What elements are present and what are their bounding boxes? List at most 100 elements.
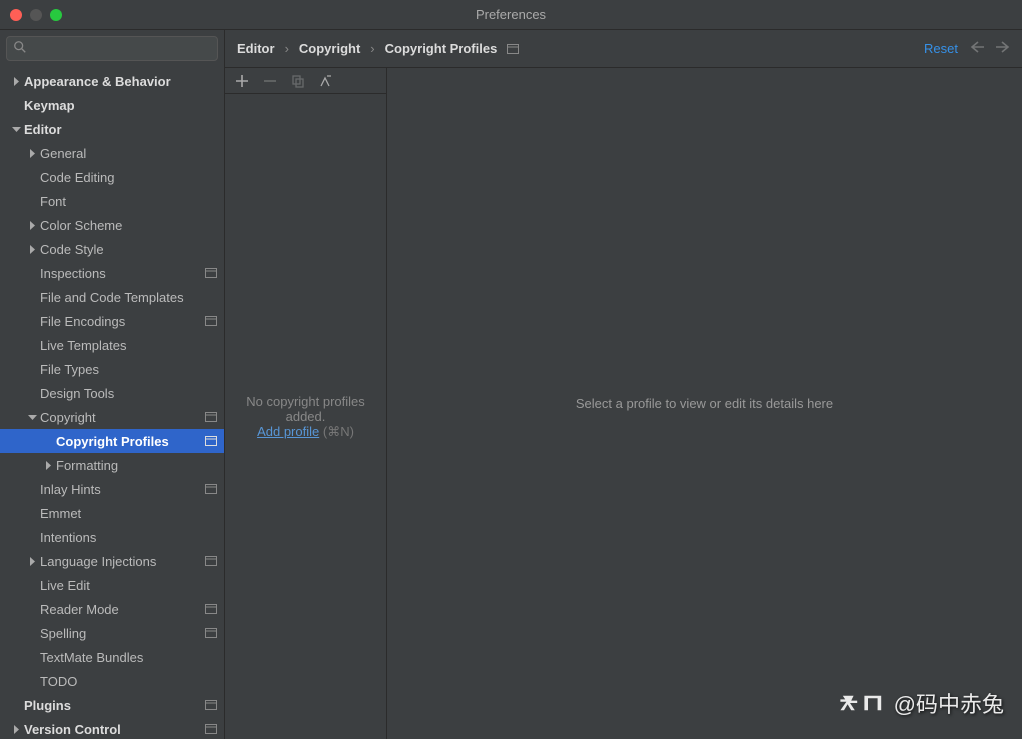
window-title: Preferences xyxy=(476,7,546,22)
sidebar-item-label: Intentions xyxy=(40,530,224,545)
window-maximize-button[interactable] xyxy=(50,9,62,21)
sidebar-item-label: Copyright xyxy=(40,410,204,425)
traffic-lights xyxy=(0,9,62,21)
profile-list-panel: No copyright profiles added. Add profile… xyxy=(225,68,387,739)
sidebar-item-copyright[interactable]: Copyright xyxy=(0,405,224,429)
chevron-right-icon: › xyxy=(370,41,374,56)
sidebar-item-spelling[interactable]: Spelling xyxy=(0,621,224,645)
sidebar-item-label: Code Style xyxy=(40,242,224,257)
nav-back-button[interactable] xyxy=(970,40,986,57)
breadcrumb-item[interactable]: Copyright xyxy=(299,41,360,56)
sidebar-item-label: Language Injections xyxy=(40,554,204,569)
sidebar-item-code-editing[interactable]: Code Editing xyxy=(0,165,224,189)
nav-forward-button[interactable] xyxy=(994,40,1010,57)
sidebar-item-label: Code Editing xyxy=(40,170,224,185)
project-scope-icon xyxy=(204,627,218,639)
details-placeholder: Select a profile to view or edit its det… xyxy=(576,396,833,411)
reset-button[interactable]: Reset xyxy=(924,41,958,56)
project-scope-icon xyxy=(204,699,218,711)
sidebar-item-live-templates[interactable]: Live Templates xyxy=(0,333,224,357)
chevron-right-icon xyxy=(42,459,54,471)
sidebar-item-label: Font xyxy=(40,194,224,209)
window-minimize-button[interactable] xyxy=(30,9,42,21)
chevron-right-icon xyxy=(26,243,38,255)
sidebar-item-label: TODO xyxy=(40,674,224,689)
sidebar-item-todo[interactable]: TODO xyxy=(0,669,224,693)
project-scope-icon xyxy=(204,315,218,327)
copy-button[interactable] xyxy=(289,72,307,90)
sidebar-item-inspections[interactable]: Inspections xyxy=(0,261,224,285)
sidebar-item-code-style[interactable]: Code Style xyxy=(0,237,224,261)
sidebar-item-label: Reader Mode xyxy=(40,602,204,617)
sidebar-item-intentions[interactable]: Intentions xyxy=(0,525,224,549)
sidebar-item-general[interactable]: General xyxy=(0,141,224,165)
chevron-down-icon xyxy=(10,123,22,135)
project-scope-icon xyxy=(204,483,218,495)
sidebar-item-label: General xyxy=(40,146,224,161)
sidebar-item-version-control[interactable]: Version Control xyxy=(0,717,224,739)
sidebar-item-label: Plugins xyxy=(24,698,204,713)
add-button[interactable] xyxy=(233,72,251,90)
sidebar-item-label: File Encodings xyxy=(40,314,204,329)
add-profile-link[interactable]: Add profile xyxy=(257,424,319,439)
sidebar-item-plugins[interactable]: Plugins xyxy=(0,693,224,717)
chevron-down-icon xyxy=(26,411,38,423)
chevron-right-icon xyxy=(26,147,38,159)
chevron-right-icon xyxy=(26,555,38,567)
sidebar-item-file-and-code-templates[interactable]: File and Code Templates xyxy=(0,285,224,309)
window-close-button[interactable] xyxy=(10,9,22,21)
search-field[interactable] xyxy=(6,36,218,61)
chevron-right-icon xyxy=(26,219,38,231)
breadcrumb-item[interactable]: Copyright Profiles xyxy=(385,41,498,56)
sidebar-item-keymap[interactable]: Keymap xyxy=(0,93,224,117)
project-scope-icon xyxy=(204,603,218,615)
sidebar-item-label: Live Edit xyxy=(40,578,224,593)
chevron-right-icon xyxy=(10,75,22,87)
sidebar-item-language-injections[interactable]: Language Injections xyxy=(0,549,224,573)
sidebar-item-copyright-profiles[interactable]: Copyright Profiles xyxy=(0,429,224,453)
titlebar: Preferences xyxy=(0,0,1022,30)
sidebar: Appearance & Behavior Keymap Editor General… xyxy=(0,30,225,739)
breadcrumb: Editor › Copyright › Copyright Profiles xyxy=(237,41,924,56)
sidebar-item-textmate-bundles[interactable]: TextMate Bundles xyxy=(0,645,224,669)
sidebar-item-appearance-behavior[interactable]: Appearance & Behavior xyxy=(0,69,224,93)
sidebar-item-font[interactable]: Font xyxy=(0,189,224,213)
details-panel: Select a profile to view or edit its det… xyxy=(387,68,1022,739)
sidebar-item-emmet[interactable]: Emmet xyxy=(0,501,224,525)
sidebar-item-live-edit[interactable]: Live Edit xyxy=(0,573,224,597)
settings-tree: Appearance & Behavior Keymap Editor General… xyxy=(0,67,224,739)
shortcut-hint: (⌘N) xyxy=(323,424,354,439)
sidebar-item-reader-mode[interactable]: Reader Mode xyxy=(0,597,224,621)
sidebar-item-label: TextMate Bundles xyxy=(40,650,224,665)
sidebar-item-formatting[interactable]: Formatting xyxy=(0,453,224,477)
chevron-right-icon xyxy=(10,723,22,735)
sidebar-item-label: File and Code Templates xyxy=(40,290,224,305)
search-input[interactable] xyxy=(31,41,211,56)
profile-list-empty: No copyright profiles added. Add profile… xyxy=(225,94,386,739)
empty-text: No copyright profiles added. xyxy=(233,394,378,424)
project-scope-icon xyxy=(204,435,218,447)
sidebar-item-file-encodings[interactable]: File Encodings xyxy=(0,309,224,333)
chevron-right-icon: › xyxy=(285,41,289,56)
project-scope-icon xyxy=(204,267,218,279)
sidebar-item-label: Version Control xyxy=(24,722,204,737)
sidebar-item-label: Color Scheme xyxy=(40,218,224,233)
sidebar-item-label: Keymap xyxy=(24,98,224,113)
sidebar-item-label: Live Templates xyxy=(40,338,224,353)
sidebar-item-inlay-hints[interactable]: Inlay Hints xyxy=(0,477,224,501)
sidebar-item-design-tools[interactable]: Design Tools xyxy=(0,381,224,405)
main-header: Editor › Copyright › Copyright Profiles … xyxy=(225,30,1022,68)
sidebar-item-label: Editor xyxy=(24,122,224,137)
sidebar-item-label: Spelling xyxy=(40,626,204,641)
sidebar-item-color-scheme[interactable]: Color Scheme xyxy=(0,213,224,237)
sidebar-item-file-types[interactable]: File Types xyxy=(0,357,224,381)
profile-toolbar xyxy=(225,68,386,94)
sidebar-item-label: Inspections xyxy=(40,266,204,281)
import-button[interactable] xyxy=(317,72,335,90)
breadcrumb-item[interactable]: Editor xyxy=(237,41,275,56)
remove-button[interactable] xyxy=(261,72,279,90)
sidebar-item-label: Appearance & Behavior xyxy=(24,74,224,89)
project-scope-icon xyxy=(204,723,218,735)
project-scope-icon xyxy=(204,555,218,567)
sidebar-item-editor[interactable]: Editor xyxy=(0,117,224,141)
